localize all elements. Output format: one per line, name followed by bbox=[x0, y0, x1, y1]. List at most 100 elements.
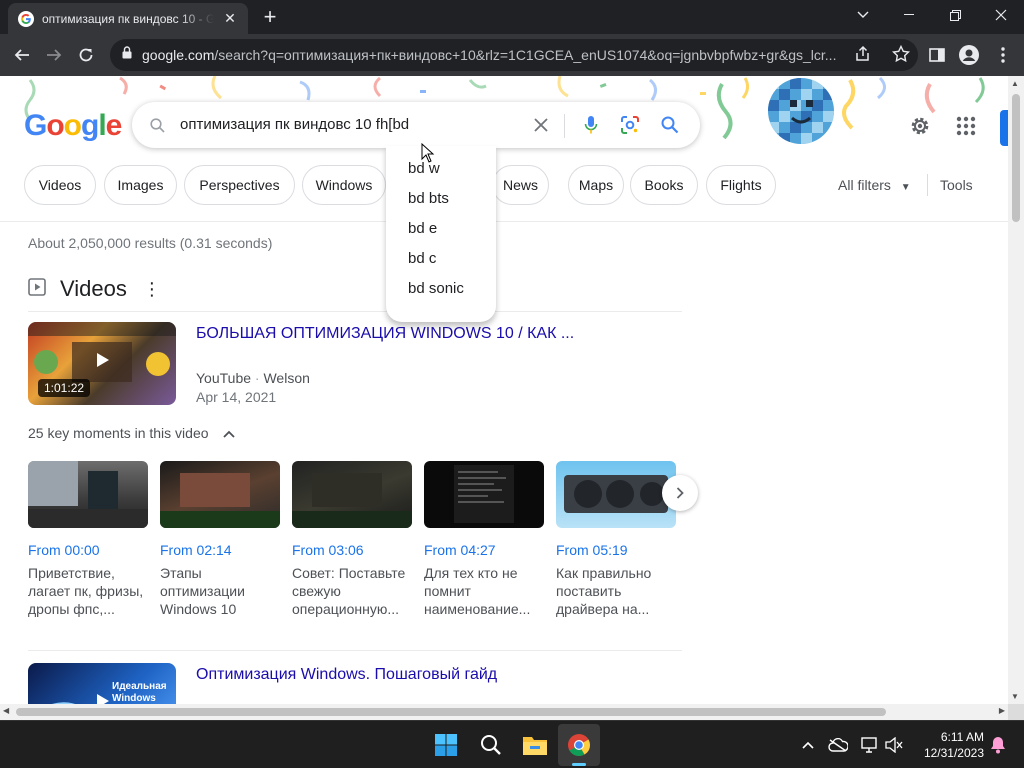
key-moment[interactable]: From 04:27 Для тех кто не помнит наимено… bbox=[424, 461, 544, 618]
tab-strip: оптимизация пк виндовс 10 - G ✕ + bbox=[0, 0, 1024, 34]
back-arrow-icon[interactable] bbox=[11, 44, 33, 66]
scroll-up-arrow-icon[interactable]: ▲ bbox=[1011, 79, 1019, 88]
chip-flights[interactable]: Flights bbox=[706, 165, 776, 205]
header-divider bbox=[0, 221, 1008, 222]
chip-images[interactable]: Images bbox=[104, 165, 177, 205]
chrome-menu-icon[interactable] bbox=[992, 44, 1014, 66]
logo-letter: o bbox=[46, 109, 64, 142]
side-panel-icon[interactable] bbox=[926, 44, 948, 66]
key-moment[interactable]: From 05:19 Как правильно поставить драйв… bbox=[556, 461, 676, 618]
new-tab-button[interactable]: + bbox=[258, 6, 282, 28]
scroll-right-arrow-icon[interactable]: ▶ bbox=[999, 706, 1005, 715]
video-duration: 1:01:22 bbox=[38, 379, 91, 397]
suggestion-item[interactable]: bd bts bbox=[386, 184, 496, 214]
moment-timestamp-link[interactable]: From 03:06 bbox=[292, 542, 412, 558]
scroll-left-arrow-icon[interactable]: ◀ bbox=[3, 706, 9, 715]
windows-start-icon[interactable] bbox=[432, 731, 460, 759]
lens-camera-icon[interactable] bbox=[619, 114, 641, 136]
key-moments-toggle[interactable]: 25 key moments in this video bbox=[28, 425, 235, 441]
clear-icon[interactable] bbox=[530, 114, 552, 136]
chip-windows[interactable]: Windows bbox=[302, 165, 386, 205]
all-filters-button[interactable]: All filters ▼ bbox=[838, 177, 911, 193]
onedrive-cloud-icon[interactable] bbox=[824, 731, 852, 759]
tray-overflow-chevron-icon[interactable] bbox=[794, 731, 822, 759]
google-logo[interactable]: Google bbox=[24, 109, 122, 143]
chrome-taskbar-icon[interactable] bbox=[565, 731, 593, 759]
suggestion-item[interactable]: bd sonic bbox=[386, 274, 496, 304]
key-moment[interactable]: From 03:06 Совет: Поставьте свежую опера… bbox=[292, 461, 412, 618]
video-date: Apr 14, 2021 bbox=[196, 389, 277, 405]
key-moment[interactable]: From 02:14 Этапы оптимизации Windows 10 bbox=[160, 461, 280, 618]
next-moments-button[interactable] bbox=[662, 475, 698, 511]
moment-thumbnail[interactable] bbox=[28, 461, 148, 528]
taskbar-search-icon[interactable] bbox=[477, 731, 505, 759]
share-icon[interactable] bbox=[854, 45, 872, 68]
logo-letter: g bbox=[81, 109, 99, 142]
tab-search-chevron-icon[interactable] bbox=[840, 0, 886, 30]
reload-icon[interactable] bbox=[75, 44, 97, 66]
url-text[interactable]: google.com/search?q=оптимизация+пк+виндо… bbox=[142, 47, 842, 63]
address-bar[interactable]: google.com/search?q=оптимизация+пк+виндо… bbox=[110, 39, 918, 71]
moment-timestamp-link[interactable]: From 05:19 bbox=[556, 542, 676, 558]
windows-taskbar: 6:11 AM 12/31/2023 bbox=[0, 720, 1024, 768]
suggestion-item[interactable]: bd w bbox=[386, 154, 496, 184]
section-divider bbox=[28, 650, 682, 651]
key-moment[interactable]: From 00:00 Приветствие, лагает пк, фризы… bbox=[28, 461, 148, 618]
system-clock[interactable]: 6:11 AM 12/31/2023 bbox=[904, 729, 984, 761]
google-apps-grid-icon[interactable] bbox=[956, 116, 976, 141]
chip-videos[interactable]: Videos bbox=[24, 165, 96, 205]
video-thumbnail[interactable]: Идеальная Windows bbox=[28, 663, 176, 704]
tools-divider bbox=[927, 174, 928, 196]
browser-toolbar: google.com/search?q=оптимизация+пк+виндо… bbox=[0, 34, 1024, 76]
restore-button[interactable] bbox=[932, 0, 978, 30]
voice-search-mic-icon[interactable] bbox=[580, 114, 602, 136]
chip-perspectives[interactable]: Perspectives bbox=[184, 165, 295, 205]
chip-maps[interactable]: Maps bbox=[568, 165, 624, 205]
moment-thumbnail[interactable] bbox=[160, 461, 280, 528]
vertical-scroll-thumb[interactable] bbox=[1012, 94, 1020, 222]
video-thumbnail[interactable]: 1:01:22 bbox=[28, 322, 176, 405]
chip-books[interactable]: Books bbox=[630, 165, 698, 205]
file-explorer-icon[interactable] bbox=[521, 731, 549, 759]
lock-icon[interactable] bbox=[122, 46, 132, 64]
moment-thumbnail[interactable] bbox=[292, 461, 412, 528]
settings-gear-icon[interactable] bbox=[908, 114, 932, 143]
tools-button[interactable]: Tools bbox=[940, 177, 973, 193]
minimize-button[interactable] bbox=[886, 0, 932, 30]
horizontal-scroll-thumb[interactable] bbox=[16, 708, 886, 716]
video-title-link[interactable]: БОЛЬШАЯ ОПТИМИЗАЦИЯ WINDOWS 10 / КАК ... bbox=[196, 325, 574, 343]
clock-date: 12/31/2023 bbox=[923, 746, 984, 760]
moment-timestamp-link[interactable]: From 04:27 bbox=[424, 542, 544, 558]
profile-avatar-icon[interactable] bbox=[958, 44, 980, 66]
clock-time: 6:11 AM bbox=[940, 730, 984, 744]
moment-timestamp-link[interactable]: From 00:00 bbox=[28, 542, 148, 558]
play-icon bbox=[97, 694, 109, 704]
tab-close-icon[interactable]: ✕ bbox=[222, 10, 238, 27]
chip-news[interactable]: News bbox=[492, 165, 549, 205]
moment-thumbnail[interactable] bbox=[556, 461, 676, 528]
horizontal-scrollbar[interactable]: ◀ ▶ bbox=[0, 704, 1008, 720]
search-box[interactable]: оптимизация пк виндовс 10 fh[bd bbox=[132, 102, 700, 148]
suggestion-item[interactable]: bd e bbox=[386, 214, 496, 244]
vertical-scrollbar[interactable]: ▲ ▼ bbox=[1008, 76, 1024, 704]
video-title-link[interactable]: Оптимизация Windows. Пошаговый гайд bbox=[196, 666, 497, 684]
key-moments-label: 25 key moments in this video bbox=[28, 425, 209, 441]
doodle-disco-ball-icon[interactable] bbox=[768, 78, 834, 144]
sign-in-button-edge[interactable] bbox=[1000, 110, 1008, 146]
close-window-button[interactable] bbox=[978, 0, 1024, 30]
browser-tab[interactable]: оптимизация пк виндовс 10 - G ✕ bbox=[8, 3, 248, 34]
scroll-down-arrow-icon[interactable]: ▼ bbox=[1011, 692, 1019, 701]
search-submit-icon[interactable] bbox=[659, 114, 681, 136]
moment-thumbnail[interactable] bbox=[424, 461, 544, 528]
moment-timestamp-link[interactable]: From 02:14 bbox=[160, 542, 280, 558]
url-path: /search?q=оптимизация+пк+виндовс+10&rlz=… bbox=[214, 47, 837, 63]
section-divider bbox=[28, 311, 682, 312]
bookmark-star-icon[interactable] bbox=[891, 44, 911, 68]
more-options-icon[interactable]: ⋮ bbox=[143, 279, 161, 300]
suggestion-item[interactable]: bd c bbox=[386, 244, 496, 274]
notification-bell-icon[interactable] bbox=[984, 731, 1012, 759]
mouse-cursor-icon bbox=[421, 143, 435, 163]
forward-arrow-icon[interactable] bbox=[43, 44, 65, 66]
search-input[interactable]: оптимизация пк виндовс 10 fh[bd bbox=[180, 116, 409, 133]
scrollbar-corner bbox=[1008, 704, 1024, 720]
